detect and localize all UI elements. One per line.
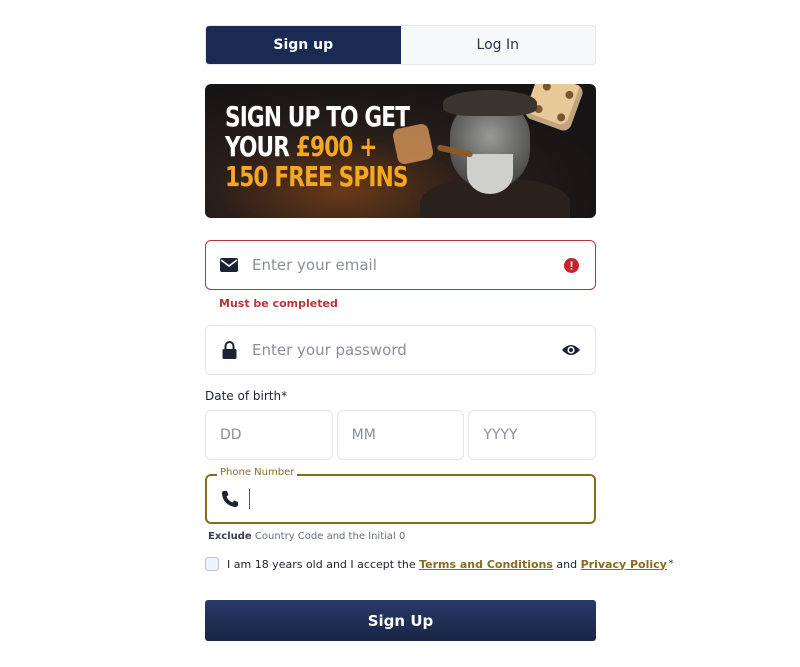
text-cursor xyxy=(249,489,250,509)
email-error-message: Must be completed xyxy=(219,297,338,310)
required-marker: * xyxy=(668,559,674,569)
auth-tabs: Sign up Log In xyxy=(205,25,596,65)
age-terms-checkbox[interactable] xyxy=(205,557,219,571)
lock-icon xyxy=(220,341,238,359)
dob-year-box xyxy=(468,410,597,460)
banner-headline: SIGN UP TO GET YOUR £900 + 150 FREE SPIN… xyxy=(225,100,410,193)
phone-hint-text: Country Code and the Initial 0 xyxy=(251,531,406,542)
password-input[interactable] xyxy=(250,340,561,360)
signup-form: Sign up Log In SIGN UP TO GET YOUR £900 … xyxy=(205,25,673,641)
promo-banner: SIGN UP TO GET YOUR £900 + 150 FREE SPIN… xyxy=(205,84,596,218)
terms-link[interactable]: Terms and Conditions xyxy=(419,558,553,571)
phone-hint-bold: Exclude xyxy=(208,531,252,542)
agree-middle: and xyxy=(552,557,581,571)
eye-icon[interactable] xyxy=(561,340,581,360)
banner-line-3: 150 FREE SPINS xyxy=(225,160,408,193)
banner-line-2: YOUR £900 + xyxy=(225,132,409,162)
banner-bonus-amount: £900 + xyxy=(295,130,378,163)
sign-up-submit-button[interactable]: Sign Up xyxy=(205,600,596,641)
agree-prefix: I am 18 years old and I accept the xyxy=(227,557,420,571)
email-field xyxy=(205,240,596,290)
dob-day-input[interactable] xyxy=(206,426,332,444)
phone-icon xyxy=(221,490,239,508)
phone-hint: Exclude Country Code and the Initial 0 xyxy=(208,531,405,542)
dog-beard xyxy=(467,154,513,194)
dob-fields xyxy=(205,410,597,460)
error-icon xyxy=(561,255,581,275)
envelope-icon xyxy=(220,256,238,274)
phone-label: Phone Number xyxy=(217,467,298,478)
banner-line-1: SIGN UP TO GET xyxy=(225,100,410,133)
dog-cap xyxy=(443,90,537,116)
password-field xyxy=(205,325,596,375)
dob-label: Date of birth* xyxy=(205,389,288,403)
email-input[interactable] xyxy=(250,255,561,275)
age-terms-agreement: I am 18 years old and I accept the Terms… xyxy=(205,557,673,571)
tab-sign-up[interactable]: Sign up xyxy=(206,26,401,64)
privacy-policy-link[interactable]: Privacy Policy xyxy=(581,558,667,571)
phone-field xyxy=(205,474,596,524)
banner-line-2-prefix: YOUR xyxy=(225,130,296,163)
dob-day-box xyxy=(205,410,333,460)
tab-log-in[interactable]: Log In xyxy=(401,26,596,64)
phone-input[interactable] xyxy=(254,489,594,509)
dob-month-input[interactable] xyxy=(337,426,464,444)
dob-month-box xyxy=(336,410,465,460)
dob-year-input[interactable] xyxy=(469,426,596,444)
